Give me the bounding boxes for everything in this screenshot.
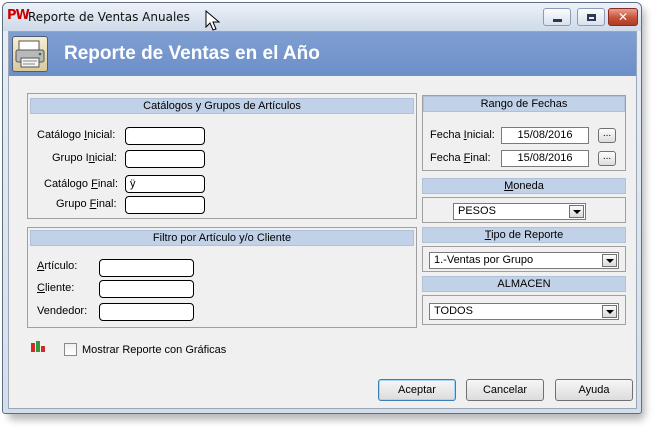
chevron-down-icon[interactable] — [602, 305, 617, 318]
cancelar-button[interactable]: Cancelar — [466, 379, 544, 401]
fecha-final-label: Fecha Final: — [430, 152, 491, 164]
mouse-cursor-icon — [205, 10, 221, 31]
fecha-inicial-input[interactable]: 15/08/2016 — [501, 127, 589, 144]
catalogos-group: Catálogos y Grupos de Artículos Catálogo… — [27, 93, 417, 219]
vendedor-label: Vendedor: — [37, 305, 88, 317]
report-window: PW Reporte de Ventas Anuales ✕ Reporte d… — [2, 2, 642, 414]
close-icon: ✕ — [617, 10, 629, 24]
filtro-group: Filtro por Artículo y/o Cliente Artículo… — [27, 227, 417, 328]
page-title: Reporte de Ventas en el Año — [64, 43, 320, 64]
mostrar-graficas-label: Mostrar Reporte con Gráficas — [82, 344, 227, 356]
moneda-title: Moneda — [422, 178, 626, 194]
almacen-title: ALMACEN — [422, 276, 626, 292]
moneda-select[interactable]: PESOS — [453, 203, 586, 220]
maximize-icon — [586, 13, 596, 21]
printer-report-icon — [12, 36, 48, 72]
title-bar[interactable]: PW Reporte de Ventas Anuales ✕ — [3, 3, 641, 31]
tipo-reporte-select[interactable]: 1.-Ventas por Grupo — [429, 252, 619, 269]
moneda-group: PESOS — [422, 197, 626, 223]
rango-fechas-title: Rango de Fechas — [423, 96, 625, 112]
chevron-down-icon[interactable] — [602, 254, 617, 267]
cliente-label: Cliente: — [37, 282, 75, 294]
grupo-inicial-input[interactable] — [125, 150, 205, 168]
report-header: Reporte de Ventas en el Año — [9, 32, 636, 76]
almacen-selected: TODOS — [434, 305, 473, 317]
cliente-input[interactable] — [99, 280, 194, 298]
close-button[interactable]: ✕ — [608, 8, 638, 26]
mostrar-graficas-checkbox[interactable] — [64, 343, 77, 356]
fecha-inicial-label: Fecha Inicial: — [430, 129, 495, 141]
tipo-reporte-group: 1.-Ventas por Grupo — [422, 246, 626, 272]
filtro-title: Filtro por Artículo y/o Cliente — [30, 230, 414, 246]
catalogos-title: Catálogos y Grupos de Artículos — [30, 98, 414, 114]
grupo-inicial-label: Grupo Inicial: — [52, 152, 117, 164]
grupo-final-label: Grupo Final: — [56, 198, 117, 210]
maximize-button[interactable] — [577, 8, 605, 26]
ayuda-button[interactable]: Ayuda — [555, 379, 633, 401]
vendedor-input[interactable] — [99, 303, 194, 321]
almacen-select[interactable]: TODOS — [429, 303, 619, 320]
fecha-final-input[interactable]: 15/08/2016 — [501, 150, 589, 167]
minimize-icon — [552, 18, 562, 22]
catalogo-inicial-label: Catálogo Inicial: — [37, 129, 116, 141]
rango-fechas-group: Rango de Fechas Fecha Inicial: 15/08/201… — [422, 95, 626, 171]
articulo-label: Artículo: — [37, 260, 78, 272]
fecha-inicial-picker-button[interactable]: ... — [598, 128, 616, 143]
bar-chart-icon — [31, 341, 45, 352]
tipo-reporte-selected: 1.-Ventas por Grupo — [434, 254, 534, 266]
aceptar-button[interactable]: Aceptar — [378, 379, 456, 401]
catalogo-final-label: Catálogo Final: — [44, 178, 119, 190]
grupo-final-input[interactable] — [125, 196, 205, 214]
moneda-selected: PESOS — [458, 205, 496, 217]
articulo-input[interactable] — [99, 259, 194, 277]
chevron-down-icon[interactable] — [569, 205, 584, 218]
client-area: Reporte de Ventas en el Año Catálogos y … — [8, 31, 637, 409]
tipo-reporte-title: Tipo de Reporte — [422, 227, 626, 243]
catalogo-final-input[interactable]: ÿ — [125, 175, 205, 193]
catalogo-inicial-input[interactable] — [125, 127, 205, 145]
window-title: Reporte de Ventas Anuales — [28, 10, 190, 24]
almacen-group: TODOS — [422, 295, 626, 325]
fecha-final-picker-button[interactable]: ... — [598, 151, 616, 166]
app-logo-icon: PW — [7, 8, 30, 23]
minimize-button[interactable] — [543, 8, 571, 26]
